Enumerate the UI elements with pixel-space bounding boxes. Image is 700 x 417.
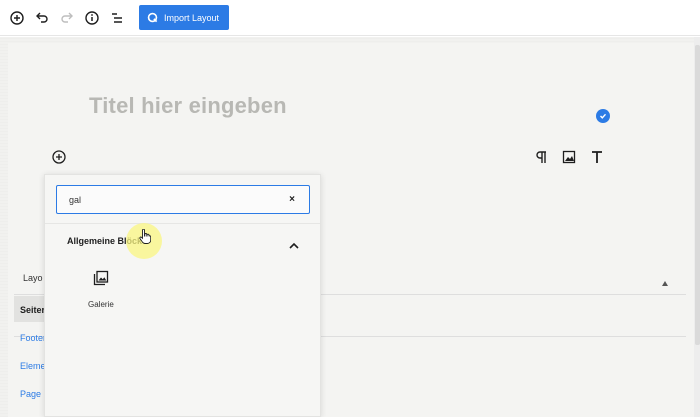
sidebar-link-elements[interactable]: Eleme	[20, 361, 46, 371]
hand-cursor-icon	[139, 228, 152, 244]
scrollbar-thumb[interactable]	[695, 45, 700, 345]
block-item-gallery-label[interactable]: Galerie	[88, 300, 114, 309]
post-title-input[interactable]: Titel hier eingeben	[89, 93, 287, 119]
import-layout-button[interactable]: Import Layout	[139, 5, 229, 30]
sidebar-tab-layout[interactable]: Layo	[23, 273, 43, 283]
redo-icon[interactable]	[58, 9, 76, 27]
top-toolbar: Import Layout	[0, 0, 700, 36]
sidebar-link-footer[interactable]: Footer	[20, 333, 46, 343]
image-icon[interactable]	[561, 149, 577, 165]
import-layout-label: Import Layout	[164, 12, 220, 23]
add-circle-icon[interactable]	[8, 9, 26, 27]
chevron-up-icon[interactable]	[289, 237, 299, 249]
paragraph-icon[interactable]	[533, 149, 549, 165]
block-inserter-popover: gal × Allgemeine Blöcke	[44, 174, 321, 417]
qubely-logo-icon	[147, 12, 158, 23]
check-badge-icon	[596, 109, 610, 123]
gallery-icon[interactable]	[93, 270, 109, 291]
undo-icon[interactable]	[33, 9, 51, 27]
clear-search-icon[interactable]: ×	[287, 194, 297, 205]
list-view-icon[interactable]	[108, 9, 126, 27]
search-value: gal	[69, 195, 82, 205]
heading-icon[interactable]	[589, 149, 605, 165]
block-search-input[interactable]: gal ×	[56, 185, 310, 214]
inserter-divider	[45, 223, 320, 224]
info-icon[interactable]	[83, 9, 101, 27]
panel-collapse-icon[interactable]	[662, 273, 668, 286]
add-block-icon[interactable]	[52, 150, 66, 164]
